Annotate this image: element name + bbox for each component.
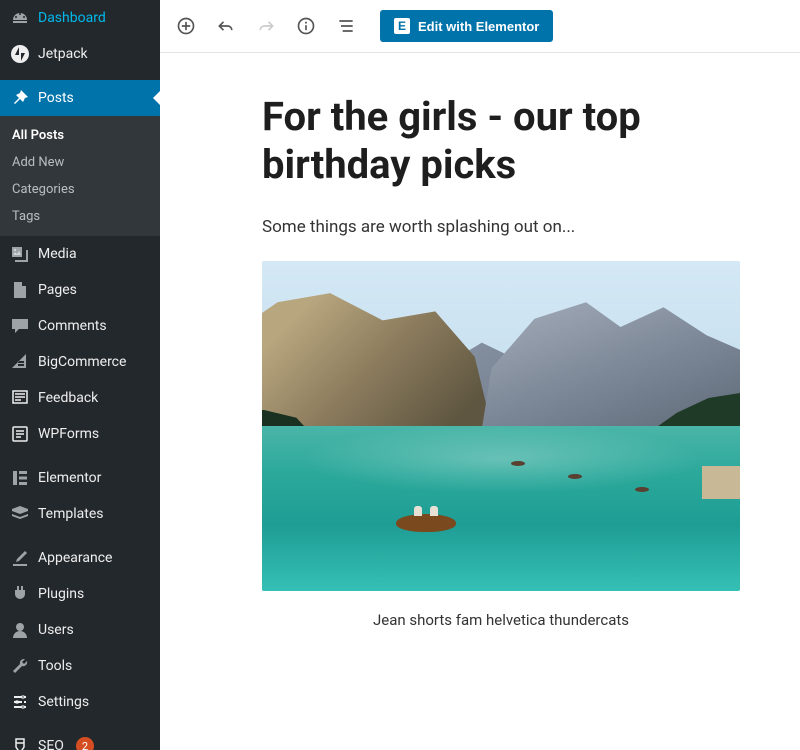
sidebar-item-bigcommerce[interactable]: BigCommerce <box>0 344 160 380</box>
editor-content[interactable]: For the girls - our top birthday picks S… <box>160 53 800 750</box>
pin-icon <box>10 88 30 108</box>
sidebar-label: Dashboard <box>38 10 106 26</box>
sidebar-item-media[interactable]: Media <box>0 236 160 272</box>
sidebar-label: Jetpack <box>38 46 88 62</box>
info-button[interactable] <box>292 12 320 40</box>
sidebar-label: Templates <box>38 506 104 522</box>
tools-icon <box>10 656 30 676</box>
sidebar-label: Comments <box>38 318 107 334</box>
redo-button[interactable] <box>252 12 280 40</box>
main-area: E Edit with Elementor For the girls - ou… <box>160 0 800 750</box>
sidebar-item-settings[interactable]: Settings <box>0 684 160 720</box>
sidebar-label: Plugins <box>38 586 84 602</box>
sidebar-item-seo[interactable]: SEO 2 <box>0 728 160 750</box>
sidebar-item-wpforms[interactable]: WPForms <box>0 416 160 452</box>
sidebar-item-tools[interactable]: Tools <box>0 648 160 684</box>
sidebar-sub-tags[interactable]: Tags <box>0 203 160 230</box>
sidebar-label: Pages <box>38 282 77 298</box>
seo-icon <box>10 736 30 750</box>
sidebar-item-jetpack[interactable]: Jetpack <box>0 36 160 72</box>
wpforms-icon <box>10 424 30 444</box>
comments-icon <box>10 316 30 336</box>
sidebar-item-dashboard[interactable]: Dashboard <box>0 0 160 36</box>
sidebar-label: SEO <box>38 738 64 750</box>
post-featured-image[interactable] <box>262 261 740 591</box>
elementor-icon <box>10 468 30 488</box>
elementor-e-icon: E <box>394 18 410 34</box>
add-block-button[interactable] <box>172 12 200 40</box>
sidebar-label: Appearance <box>38 550 112 566</box>
sidebar-item-comments[interactable]: Comments <box>0 308 160 344</box>
sidebar-label: Posts <box>38 90 74 106</box>
outline-button[interactable] <box>332 12 360 40</box>
dashboard-icon <box>10 8 30 28</box>
sidebar-label: Settings <box>38 694 89 710</box>
jetpack-icon <box>10 44 30 64</box>
elementor-button-label: Edit with Elementor <box>418 19 539 34</box>
plugins-icon <box>10 584 30 604</box>
sidebar-label: WPForms <box>38 426 99 442</box>
sidebar-label: Feedback <box>38 390 98 406</box>
users-icon <box>10 620 30 640</box>
sidebar-label: Users <box>38 622 74 638</box>
sidebar-item-users[interactable]: Users <box>0 612 160 648</box>
sidebar-label: BigCommerce <box>38 354 126 370</box>
bigcommerce-icon <box>10 352 30 372</box>
feedback-icon <box>10 388 30 408</box>
sidebar-label: Elementor <box>38 470 101 486</box>
post-title[interactable]: For the girls - our top birthday picks <box>262 93 740 189</box>
appearance-icon <box>10 548 30 568</box>
pages-icon <box>10 280 30 300</box>
sidebar-item-pages[interactable]: Pages <box>0 272 160 308</box>
sidebar-submenu-posts: All Posts Add New Categories Tags <box>0 116 160 236</box>
sidebar-item-plugins[interactable]: Plugins <box>0 576 160 612</box>
seo-badge: 2 <box>76 737 94 750</box>
admin-sidebar: Dashboard Jetpack Posts All Posts Add Ne… <box>0 0 160 750</box>
media-icon <box>10 244 30 264</box>
sidebar-item-templates[interactable]: Templates <box>0 496 160 532</box>
templates-icon <box>10 504 30 524</box>
sidebar-label: Media <box>38 246 77 262</box>
sidebar-item-posts[interactable]: Posts <box>0 80 160 116</box>
edit-with-elementor-button[interactable]: E Edit with Elementor <box>380 10 553 42</box>
sidebar-item-appearance[interactable]: Appearance <box>0 540 160 576</box>
settings-icon <box>10 692 30 712</box>
sidebar-sub-add-new[interactable]: Add New <box>0 149 160 176</box>
sidebar-sub-all-posts[interactable]: All Posts <box>0 122 160 149</box>
image-caption[interactable]: Jean shorts fam helvetica thundercats <box>262 611 740 629</box>
post-intro[interactable]: Some things are worth splashing out on..… <box>262 217 740 237</box>
sidebar-item-feedback[interactable]: Feedback <box>0 380 160 416</box>
editor-toolbar: E Edit with Elementor <box>160 0 800 53</box>
sidebar-item-elementor[interactable]: Elementor <box>0 460 160 496</box>
sidebar-label: Tools <box>38 658 72 674</box>
sidebar-sub-categories[interactable]: Categories <box>0 176 160 203</box>
undo-button[interactable] <box>212 12 240 40</box>
